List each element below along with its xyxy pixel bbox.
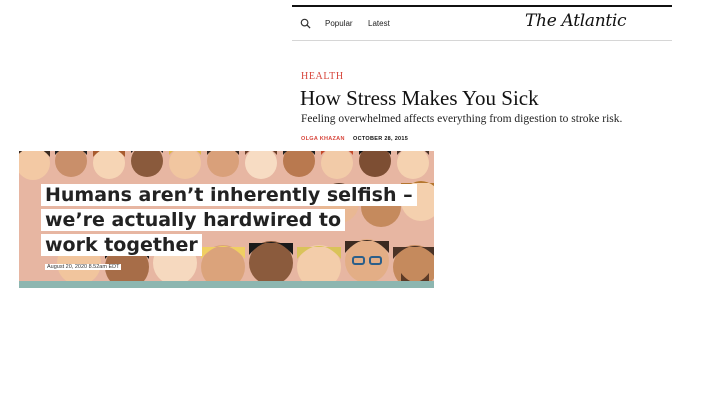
conversation-headline: Humans aren’t inherently selfish – we’re… [41, 183, 417, 258]
article-headline: How Stress Makes You Sick [300, 86, 539, 110]
atlantic-nav-bar: Popular Latest The Atlantic [292, 7, 672, 40]
section-label[interactable]: HEALTH [301, 71, 344, 82]
nav-latest-link[interactable]: Latest [368, 19, 390, 28]
headline-line: work together [41, 234, 202, 256]
author-byline[interactable]: OLGA KHAZAN [301, 136, 345, 142]
atlantic-logo[interactable]: The Atlantic [525, 11, 627, 31]
nav-popular-link[interactable]: Popular [325, 19, 353, 28]
conversation-article-card: Humans aren’t inherently selfish – we’re… [19, 151, 434, 288]
article-subheadline: Feeling overwhelmed affects everything f… [301, 113, 623, 125]
search-icon[interactable] [300, 18, 311, 29]
headline-line: Humans aren’t inherently selfish – [41, 184, 417, 206]
nav-divider [292, 40, 672, 41]
atlantic-article-card: Popular Latest The Atlantic HEALTH How S… [292, 5, 672, 145]
publish-date: OCTOBER 28, 2015 [353, 136, 409, 142]
article-timestamp: August 20, 2020 8.52am EDT [45, 264, 122, 270]
headline-line: we’re actually hardwired to [41, 209, 346, 231]
